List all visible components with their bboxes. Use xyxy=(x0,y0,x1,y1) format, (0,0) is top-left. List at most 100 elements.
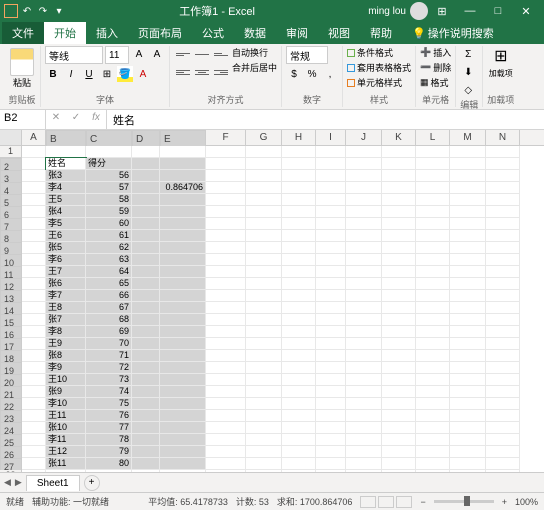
close-button[interactable]: ✕ xyxy=(512,5,540,18)
cell[interactable] xyxy=(450,362,486,374)
cell[interactable] xyxy=(246,362,282,374)
cell[interactable] xyxy=(316,350,346,362)
cell[interactable] xyxy=(160,194,206,206)
cell[interactable] xyxy=(416,470,450,472)
cell[interactable]: 张6 xyxy=(46,278,86,290)
column-header-G[interactable]: G xyxy=(246,130,282,145)
cell[interactable]: 李11 xyxy=(46,434,86,446)
ribbon-options-icon[interactable]: ⊞ xyxy=(428,5,456,18)
cell[interactable] xyxy=(486,350,520,362)
cell[interactable] xyxy=(382,446,416,458)
cell[interactable]: 66 xyxy=(86,290,132,302)
cell[interactable] xyxy=(416,362,450,374)
cell[interactable]: 77 xyxy=(86,422,132,434)
column-header-L[interactable]: L xyxy=(416,130,450,145)
cell[interactable] xyxy=(206,362,246,374)
column-header-I[interactable]: I xyxy=(316,130,346,145)
cell[interactable] xyxy=(450,350,486,362)
cell[interactable] xyxy=(382,398,416,410)
cell[interactable] xyxy=(382,218,416,230)
cell[interactable]: 76 xyxy=(86,410,132,422)
cell[interactable] xyxy=(346,302,382,314)
cell[interactable] xyxy=(486,146,520,158)
cell[interactable] xyxy=(246,422,282,434)
cell[interactable]: 56 xyxy=(86,170,132,182)
cell[interactable] xyxy=(22,302,46,314)
cell[interactable] xyxy=(246,434,282,446)
percent-button[interactable]: % xyxy=(304,66,320,82)
cell[interactable] xyxy=(450,146,486,158)
cell[interactable] xyxy=(486,158,520,170)
cell[interactable] xyxy=(206,218,246,230)
cell[interactable] xyxy=(160,278,206,290)
cell[interactable] xyxy=(22,350,46,362)
delete-cells-button[interactable]: ➖删除 xyxy=(420,61,451,74)
cell[interactable] xyxy=(416,206,450,218)
font-size-select[interactable]: 11 xyxy=(105,46,129,64)
cell[interactable] xyxy=(346,170,382,182)
cell[interactable] xyxy=(22,422,46,434)
cell[interactable] xyxy=(246,206,282,218)
column-header-F[interactable]: F xyxy=(206,130,246,145)
cell[interactable] xyxy=(132,170,160,182)
cell[interactable] xyxy=(282,434,316,446)
cell[interactable] xyxy=(450,326,486,338)
cell[interactable]: 59 xyxy=(86,206,132,218)
cell[interactable] xyxy=(246,398,282,410)
cell[interactable] xyxy=(346,266,382,278)
cell[interactable] xyxy=(206,194,246,206)
cell[interactable] xyxy=(450,410,486,422)
cell[interactable] xyxy=(132,158,160,170)
cell[interactable] xyxy=(382,230,416,242)
tab-data[interactable]: 数据 xyxy=(234,22,276,44)
cell[interactable] xyxy=(206,278,246,290)
cell[interactable] xyxy=(22,218,46,230)
cell[interactable] xyxy=(246,146,282,158)
cell[interactable] xyxy=(316,182,346,194)
cell[interactable] xyxy=(246,350,282,362)
cell[interactable] xyxy=(416,254,450,266)
cell[interactable] xyxy=(132,374,160,386)
cell[interactable] xyxy=(382,338,416,350)
cell[interactable] xyxy=(282,278,316,290)
cell[interactable] xyxy=(132,470,160,472)
cell[interactable] xyxy=(132,230,160,242)
cell[interactable] xyxy=(282,422,316,434)
cell[interactable] xyxy=(416,230,450,242)
cell[interactable] xyxy=(132,302,160,314)
cell[interactable] xyxy=(282,386,316,398)
cell[interactable]: 70 xyxy=(86,338,132,350)
cell-styles-button[interactable]: 单元格样式 xyxy=(347,76,402,89)
cell[interactable] xyxy=(382,290,416,302)
cell[interactable] xyxy=(160,242,206,254)
cell[interactable] xyxy=(86,146,132,158)
cell[interactable] xyxy=(382,386,416,398)
cell[interactable] xyxy=(206,422,246,434)
cell[interactable] xyxy=(416,218,450,230)
cell[interactable] xyxy=(132,338,160,350)
cell[interactable]: 张10 xyxy=(46,422,86,434)
cell[interactable] xyxy=(346,254,382,266)
cell[interactable] xyxy=(206,350,246,362)
cell[interactable] xyxy=(160,230,206,242)
cell[interactable] xyxy=(316,374,346,386)
cell[interactable] xyxy=(160,398,206,410)
cell[interactable] xyxy=(160,146,206,158)
cell[interactable] xyxy=(160,410,206,422)
cell[interactable] xyxy=(450,182,486,194)
cell[interactable] xyxy=(382,194,416,206)
cell[interactable] xyxy=(132,254,160,266)
cell[interactable] xyxy=(316,218,346,230)
cell[interactable] xyxy=(206,398,246,410)
cell[interactable] xyxy=(160,266,206,278)
cell[interactable]: 王8 xyxy=(46,302,86,314)
cell[interactable] xyxy=(206,182,246,194)
cell[interactable] xyxy=(486,446,520,458)
select-all-corner[interactable] xyxy=(0,130,22,145)
cell[interactable] xyxy=(416,146,450,158)
cell[interactable] xyxy=(346,422,382,434)
cell[interactable] xyxy=(416,338,450,350)
zoom-in-button[interactable]: + xyxy=(502,497,507,507)
cell[interactable]: 张7 xyxy=(46,314,86,326)
cell[interactable] xyxy=(282,158,316,170)
